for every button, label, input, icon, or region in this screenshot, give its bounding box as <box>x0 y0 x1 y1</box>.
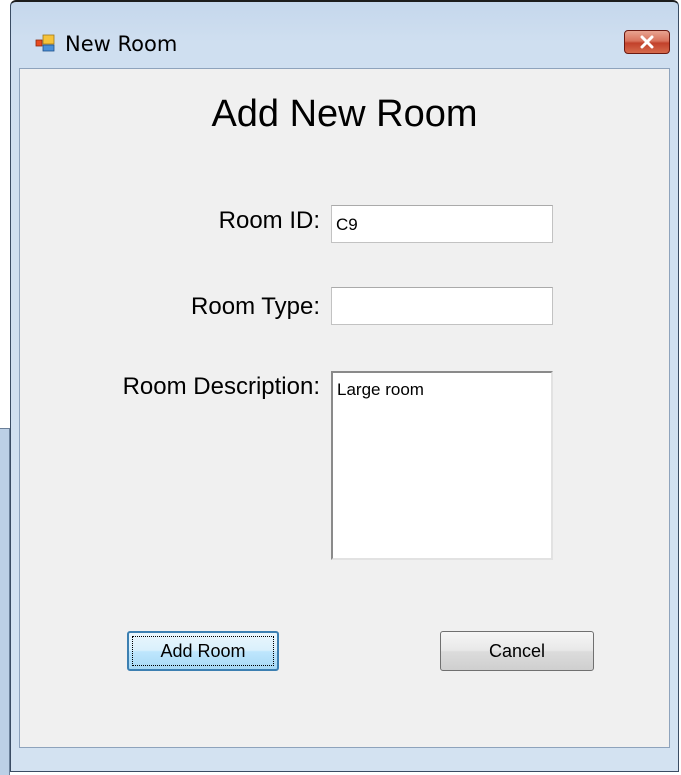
room-description-textarea[interactable]: Large room <box>331 371 553 560</box>
background-window-edge <box>0 428 10 775</box>
add-room-button[interactable]: Add Room <box>127 631 279 671</box>
cancel-button-label: Cancel <box>488 640 546 661</box>
close-x-icon <box>640 35 654 49</box>
close-button[interactable] <box>624 30 670 54</box>
form-heading: Add New Room <box>211 93 478 135</box>
window-title: New Room <box>65 32 178 56</box>
add-room-button-label: Add Room <box>160 640 246 661</box>
form-window-icon <box>35 34 55 52</box>
new-room-window: New Room Add New Room Room ID: C9 Room T… <box>10 0 679 772</box>
room-type-label: Room Type: <box>191 293 320 320</box>
room-id-label: Room ID: <box>218 207 320 234</box>
cancel-button[interactable]: Cancel <box>440 631 594 671</box>
room-id-input[interactable]: C9 <box>331 205 553 243</box>
form-client-area: Add New Room Room ID: C9 Room Type: Room… <box>19 68 670 748</box>
room-type-input[interactable] <box>331 287 553 325</box>
room-description-label: Room Description: <box>122 373 320 400</box>
title-bar[interactable]: New Room <box>11 2 678 56</box>
